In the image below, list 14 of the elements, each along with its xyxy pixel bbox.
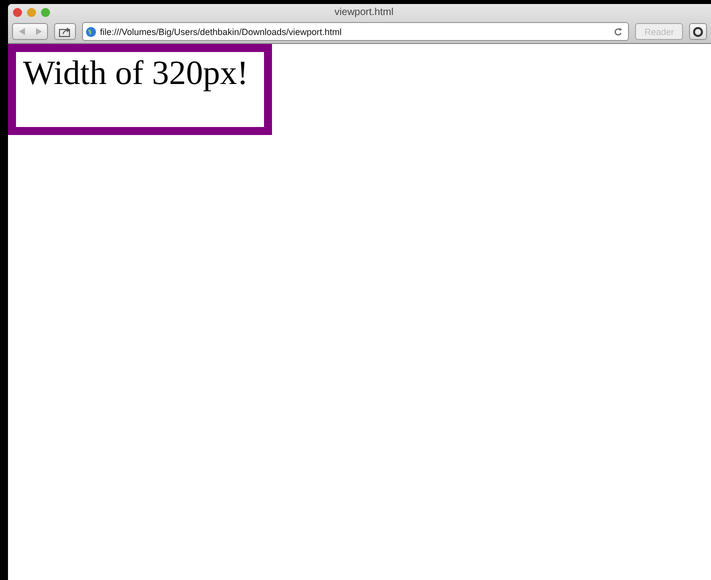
globe-icon [86, 26, 96, 36]
zoom-button[interactable] [41, 8, 50, 16]
ring-icon [693, 26, 703, 36]
heading: Width of 320px! [23, 54, 250, 94]
forward-arrow-icon [36, 28, 42, 35]
address-field[interactable]: file:///Volumes/Big/Users/dethbakin/Downloads/viewport.html [82, 22, 630, 41]
close-button[interactable] [13, 8, 22, 16]
minimize-button[interactable] [27, 8, 36, 16]
back-arrow-icon [18, 28, 24, 35]
reload-icon[interactable] [614, 28, 622, 36]
share-icon [59, 26, 71, 36]
downloads-button[interactable] [689, 23, 707, 40]
share-button[interactable] [54, 23, 76, 40]
window-title: viewport.html [334, 6, 394, 18]
